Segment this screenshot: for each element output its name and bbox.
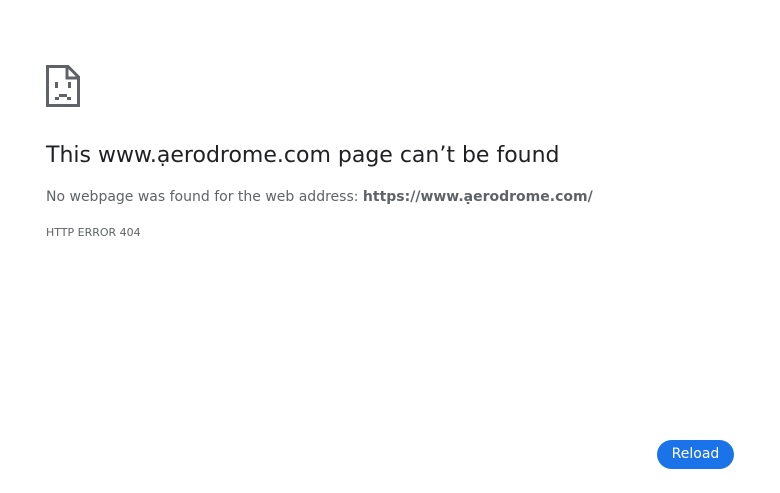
reload-button[interactable]: Reload	[657, 440, 734, 469]
error-url: https://www.ạerodrome.com/	[362, 189, 593, 205]
sad-page-icon	[46, 65, 80, 107]
error-page: This www.ạerodrome.com page can’t be fou…	[0, 0, 780, 493]
title-suffix: page can’t be found	[330, 143, 560, 168]
error-code: HTTP ERROR 404	[46, 226, 141, 239]
page-title: This www.ạerodrome.com page can’t be fou…	[46, 141, 560, 171]
title-prefix: This	[46, 143, 98, 168]
error-message: No webpage was found for the web address…	[46, 187, 593, 207]
error-message-text: No webpage was found for the web address…	[46, 189, 363, 205]
title-host: www.ạerodrome.com	[97, 143, 331, 168]
